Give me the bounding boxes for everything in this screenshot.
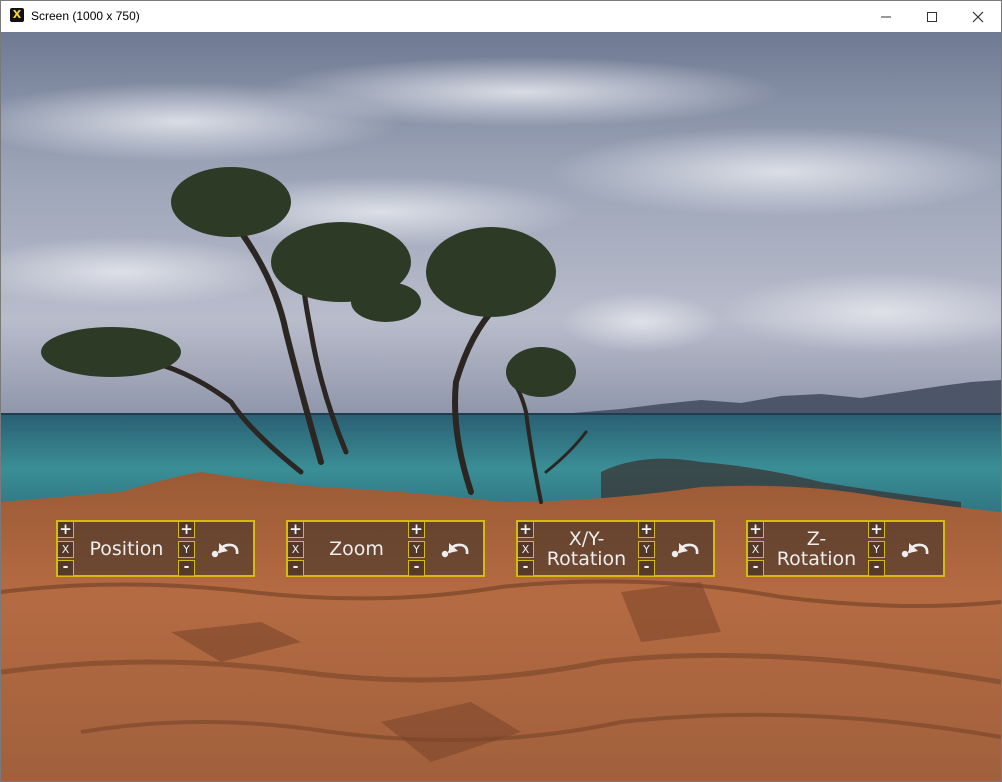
zoom-panel: + X - Zoom + Y - (286, 520, 485, 577)
zoom-label-text: Zoom (329, 537, 384, 560)
maximize-button[interactable] (909, 1, 955, 32)
undo-icon (901, 542, 928, 557)
zoom-x-axis-label: X (287, 541, 304, 558)
xy-rotation-panel-label: X/Y- Rotation (536, 522, 637, 575)
close-icon (972, 11, 984, 22)
position-x-plus-button[interactable]: + (57, 521, 74, 538)
maximize-icon (927, 11, 937, 22)
zoom-y-minus-button[interactable]: - (408, 560, 425, 577)
z-rotation-reset-button[interactable] (888, 522, 943, 575)
position-y-axis-label: Y (178, 541, 195, 558)
xy-rotation-label-text: X/Y- Rotation (546, 527, 627, 570)
x-app-icon: X (10, 8, 24, 22)
xy-rotation-reset-button[interactable] (658, 522, 713, 575)
coastal-landscape-image (1, 32, 1001, 781)
xy-rotation-y-minus-button[interactable]: - (638, 560, 655, 577)
z-rotation-y-axis-label: Y (868, 541, 885, 558)
screen-viewport[interactable]: + X - Position + Y - + X - Zoom + Y - + … (1, 32, 1001, 781)
minimize-button[interactable] (863, 1, 909, 32)
position-y-minus-button[interactable]: - (178, 560, 195, 577)
minimize-icon (881, 16, 891, 17)
zoom-x-minus-button[interactable]: - (287, 560, 304, 577)
position-panel: + X - Position + Y - (56, 520, 255, 577)
title-bar[interactable]: X Screen (1000 x 750) (1, 1, 1001, 33)
position-x-minus-button[interactable]: - (57, 560, 74, 577)
position-x-axis-label: X (57, 541, 74, 558)
xy-rotation-y-axis-label: Y (638, 541, 655, 558)
position-y-plus-button[interactable]: + (178, 521, 195, 538)
xy-rotation-y-plus-button[interactable]: + (638, 521, 655, 538)
zoom-y-axis-label: Y (408, 541, 425, 558)
window-title: Screen (1000 x 750) (31, 9, 140, 23)
xy-rotation-panel: + X - X/Y- Rotation + Y - (516, 520, 715, 577)
zoom-panel-label: Zoom (306, 522, 407, 575)
xy-rotation-x-axis-label: X (517, 541, 534, 558)
position-panel-label: Position (76, 522, 177, 575)
z-rotation-x-minus-button[interactable]: - (747, 560, 764, 577)
z-rotation-x-axis-label: X (747, 541, 764, 558)
z-rotation-y-plus-button[interactable]: + (868, 521, 885, 538)
zoom-y-plus-button[interactable]: + (408, 521, 425, 538)
app-window: X Screen (1000 x 750) + X - Position + Y… (0, 0, 1002, 782)
zoom-reset-button[interactable] (428, 522, 483, 575)
z-rotation-x-plus-button[interactable]: + (747, 521, 764, 538)
undo-icon (441, 542, 468, 557)
undo-icon (671, 542, 698, 557)
z-rotation-panel: + X - Z- Rotation + Y - (746, 520, 945, 577)
position-label-text: Position (89, 537, 164, 560)
undo-icon (211, 542, 238, 557)
z-rotation-label-text: Z- Rotation (776, 527, 857, 570)
xy-rotation-x-plus-button[interactable]: + (517, 521, 534, 538)
position-reset-button[interactable] (198, 522, 253, 575)
z-rotation-panel-label: Z- Rotation (766, 522, 867, 575)
close-button[interactable] (955, 1, 1001, 32)
xy-rotation-x-minus-button[interactable]: - (517, 560, 534, 577)
zoom-x-plus-button[interactable]: + (287, 521, 304, 538)
z-rotation-y-minus-button[interactable]: - (868, 560, 885, 577)
